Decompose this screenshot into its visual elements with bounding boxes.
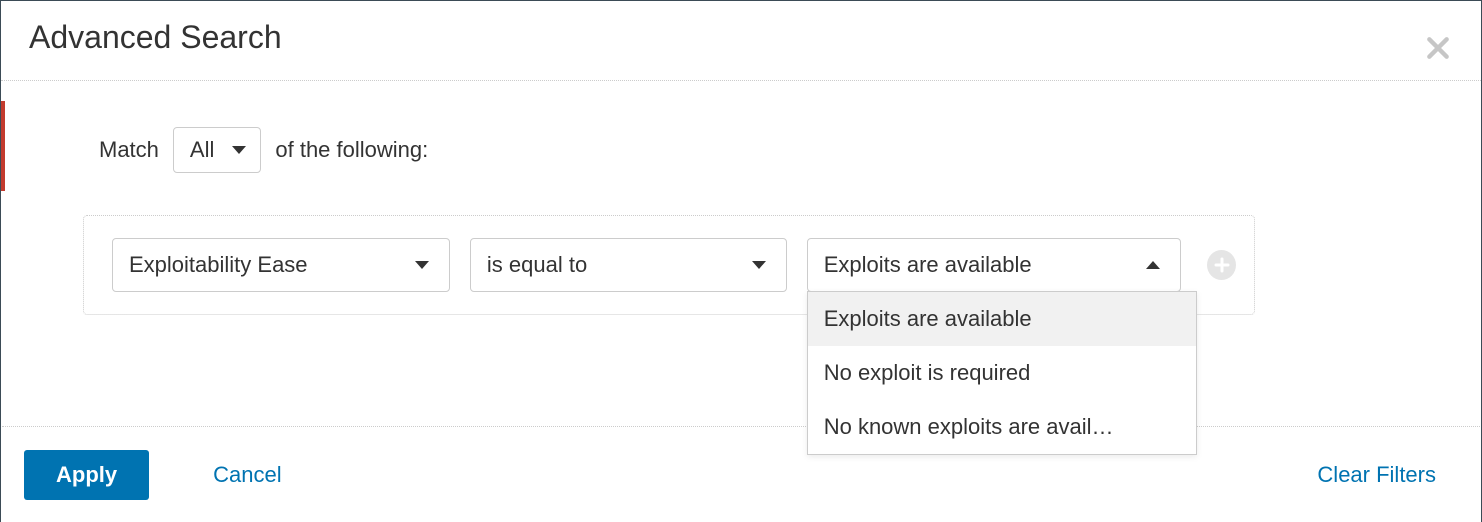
filter-value-value: Exploits are available xyxy=(824,252,1032,278)
match-prefix-label: Match xyxy=(99,137,159,163)
modal-title: Advanced Search xyxy=(29,19,1453,56)
cancel-link[interactable]: Cancel xyxy=(213,462,281,488)
filter-operator-select[interactable]: is equal to xyxy=(470,238,787,292)
dropdown-option[interactable]: No known exploits are avail… xyxy=(808,400,1196,454)
match-type-select[interactable]: All xyxy=(173,127,261,173)
filter-field-select[interactable]: Exploitability Ease xyxy=(112,238,450,292)
chevron-down-icon xyxy=(232,146,246,154)
filter-clause: Exploitability Ease is equal to Exploits… xyxy=(83,215,1255,315)
filter-value-select[interactable]: Exploits are available Exploits are avai… xyxy=(807,238,1181,292)
filter-field-value: Exploitability Ease xyxy=(129,252,308,278)
modal-footer: Apply Cancel Clear Filters xyxy=(2,426,1480,522)
match-type-value: All xyxy=(190,137,214,163)
close-icon[interactable] xyxy=(1425,35,1451,61)
filter-value-dropdown: Exploits are available No exploit is req… xyxy=(807,291,1197,455)
dropdown-option[interactable]: Exploits are available xyxy=(808,292,1196,346)
chevron-down-icon xyxy=(752,261,766,269)
apply-button[interactable]: Apply xyxy=(24,450,149,500)
match-row: Match All of the following: xyxy=(1,127,1481,173)
advanced-search-modal: Advanced Search Match All of the followi… xyxy=(0,0,1482,522)
match-suffix-label: of the following: xyxy=(275,137,428,163)
chevron-up-icon xyxy=(1146,261,1160,269)
filter-operator-value: is equal to xyxy=(487,252,587,278)
chevron-down-icon xyxy=(415,261,429,269)
modal-body: Match All of the following: Exploitabili… xyxy=(1,81,1481,315)
add-filter-button[interactable] xyxy=(1207,250,1236,280)
modal-header: Advanced Search xyxy=(1,1,1481,81)
dropdown-option[interactable]: No exploit is required xyxy=(808,346,1196,400)
left-accent-bar xyxy=(1,101,5,191)
clear-filters-link[interactable]: Clear Filters xyxy=(1317,462,1436,488)
